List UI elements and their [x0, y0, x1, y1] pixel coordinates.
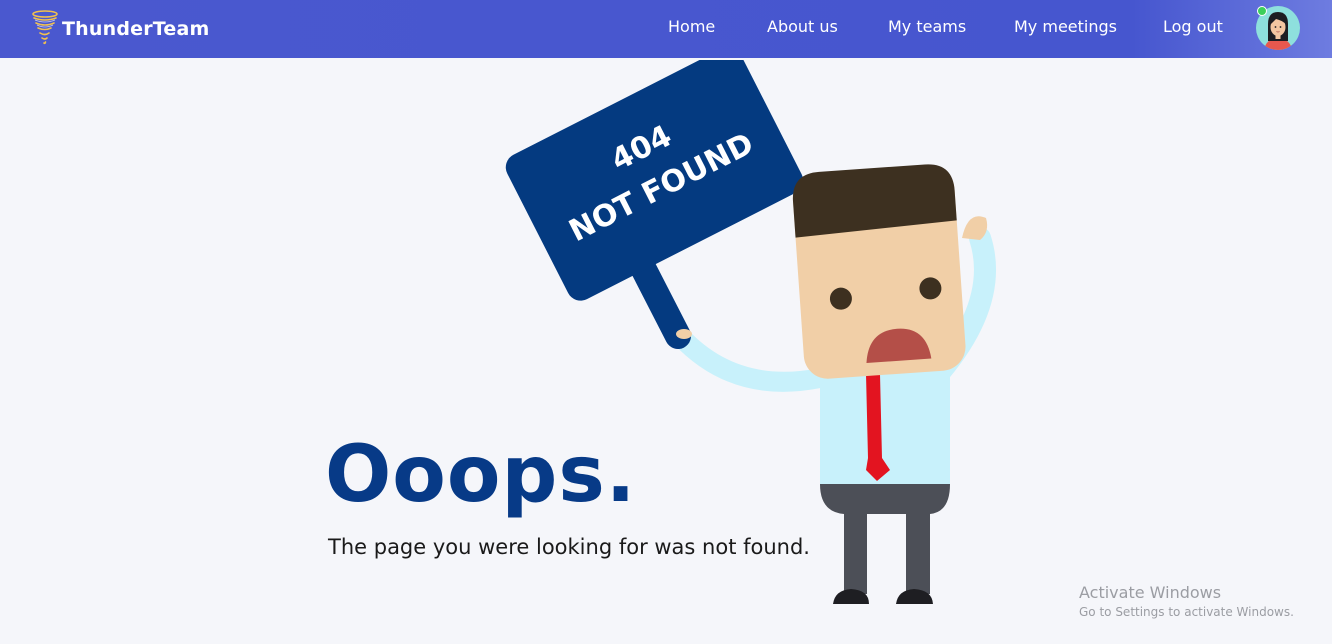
hand — [676, 329, 692, 339]
trousers — [820, 484, 950, 594]
nav-home-link[interactable]: Home — [668, 17, 715, 37]
error-title: Ooops. — [325, 430, 637, 520]
brand-link[interactable]: ThunderTeam — [30, 3, 210, 55]
watermark-subtitle: Go to Settings to activate Windows. — [1079, 605, 1294, 619]
head — [792, 164, 966, 379]
online-status-badge — [1257, 6, 1267, 16]
tornado-icon — [32, 10, 58, 45]
brand-name: ThunderTeam — [62, 18, 210, 40]
error-message: The page you were looking for was not fo… — [328, 535, 810, 559]
nav-about-link[interactable]: About us — [767, 17, 838, 37]
top-navbar: ThunderTeam Home About us My teams My me… — [0, 0, 1332, 58]
left-arm — [670, 326, 830, 392]
nav-my-teams-link[interactable]: My teams — [888, 17, 966, 37]
sign-stick — [627, 249, 691, 349]
nav-logout-link[interactable]: Log out — [1163, 17, 1223, 37]
nav-my-meetings-link[interactable]: My meetings — [1014, 17, 1117, 37]
watermark-title: Activate Windows — [1079, 583, 1222, 602]
scratching-hand — [962, 216, 988, 240]
activate-windows-watermark: Activate Windows Go to Settings to activ… — [1079, 583, 1294, 621]
